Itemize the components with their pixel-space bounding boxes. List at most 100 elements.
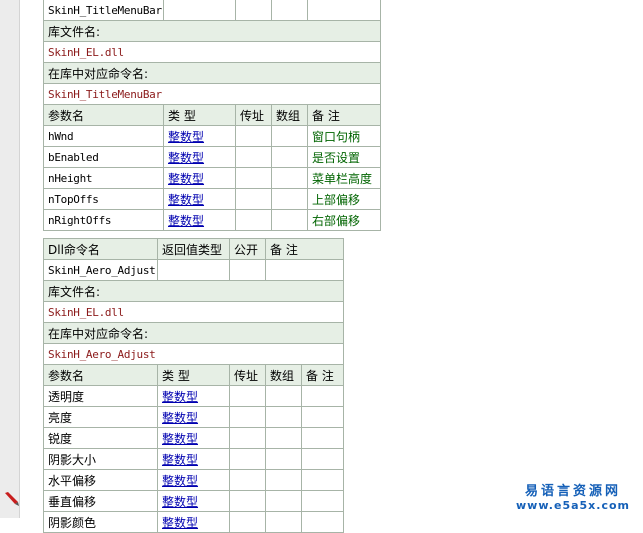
site-watermark: 易语言资源网 www.e5a5x.com [503,480,643,512]
param-byref[interactable] [229,448,266,470]
param-type-link[interactable]: 整数型 [157,511,230,533]
param-type-link[interactable]: 整数型 [157,385,230,407]
dll-command-name[interactable]: SkinH_Aero_Adjust [43,259,158,281]
lib-command-value[interactable]: SkinH_TitleMenuBar [43,83,381,105]
param-byref[interactable] [229,511,266,533]
param-name[interactable]: nRightOffs [43,209,164,231]
param-type-link[interactable]: 整数型 [163,188,236,210]
param-name[interactable]: 水平偏移 [43,469,158,491]
param-name[interactable]: 透明度 [43,385,158,407]
param-header-byref: 传址 [229,364,266,386]
param-array[interactable] [265,448,302,470]
param-name[interactable]: 亮度 [43,406,158,428]
param-array[interactable] [271,209,308,231]
lib-file-label: 库文件名: [43,20,381,42]
param-name[interactable]: nHeight [43,167,164,189]
param-name[interactable]: 锐度 [43,427,158,449]
param-type-link[interactable]: 整数型 [163,209,236,231]
param-note[interactable]: 菜单栏高度 [307,167,381,189]
param-note[interactable] [300,448,345,470]
param-name[interactable]: 阴影大小 [43,448,158,470]
param-name[interactable]: hWnd [43,125,164,147]
param-row[interactable]: 垂直偏移 整数型 [43,490,345,512]
param-byref[interactable] [229,469,266,491]
dll-command-table-aero-adjust: Dll命令名 返回值类型 公开 备 注 SkinH_Aero_Adjust 库文… [42,238,345,533]
editor-gutter [0,0,20,518]
param-note[interactable]: 是否设置 [307,146,381,168]
param-array[interactable] [271,146,308,168]
param-row[interactable]: bEnabled 整数型 是否设置 [43,146,381,168]
param-note[interactable]: 右部偏移 [307,209,381,231]
param-array[interactable] [265,511,302,533]
dll-public[interactable] [229,259,266,281]
lib-command-label: 在库中对应命令名: [42,322,345,344]
param-note[interactable]: 窗口句柄 [307,125,381,147]
param-byref[interactable] [235,125,272,147]
lib-file-value[interactable]: SkinH_EL.dll [42,301,345,323]
param-header-byref: 传址 [235,104,272,126]
param-header-type: 类 型 [157,364,230,386]
watermark-url: www.e5a5x.com [516,499,630,512]
param-array[interactable] [265,490,302,512]
param-row[interactable]: nHeight 整数型 菜单栏高度 [43,167,381,189]
dll-header-public: 公开 [229,238,266,260]
param-name[interactable]: 阴影颜色 [43,511,158,533]
param-name[interactable]: nTopOffs [43,188,164,210]
param-row[interactable]: 水平偏移 整数型 [43,469,345,491]
param-note[interactable] [300,427,345,449]
param-byref[interactable] [235,209,272,231]
dll-command-name[interactable]: SkinH_TitleMenuBar [43,0,164,21]
dll-command-row[interactable]: SkinH_Aero_Adjust [43,259,345,281]
pencil-icon [5,492,19,506]
param-type-link[interactable]: 整数型 [157,490,230,512]
param-name[interactable]: 垂直偏移 [43,490,158,512]
lib-file-value[interactable]: SkinH_EL.dll [43,41,381,63]
param-name[interactable]: bEnabled [43,146,164,168]
param-type-link[interactable]: 整数型 [157,448,230,470]
param-note[interactable] [300,406,345,428]
param-note[interactable] [300,511,345,533]
param-row[interactable]: nRightOffs 整数型 右部偏移 [43,209,381,231]
param-row[interactable]: 亮度 整数型 [43,406,345,428]
param-row[interactable]: hWnd 整数型 窗口句柄 [43,125,381,147]
param-type-link[interactable]: 整数型 [163,125,236,147]
param-array[interactable] [265,469,302,491]
param-byref[interactable] [229,490,266,512]
param-type-link[interactable]: 整数型 [157,469,230,491]
param-row[interactable]: 锐度 整数型 [43,427,345,449]
param-row[interactable]: nTopOffs 整数型 上部偏移 [43,188,381,210]
param-note[interactable] [300,469,345,491]
dll-header-return-type: 返回值类型 [157,238,230,260]
param-array[interactable] [271,125,308,147]
param-type-link[interactable]: 整数型 [157,427,230,449]
param-row[interactable]: 透明度 整数型 [43,385,345,407]
param-array[interactable] [265,427,302,449]
param-note[interactable] [300,385,345,407]
dll-command-table-titlemenubar: SkinH_TitleMenuBar 库文件名: SkinH_EL.dll 在库… [43,0,381,231]
param-byref[interactable] [235,146,272,168]
lib-command-value[interactable]: SkinH_Aero_Adjust [42,343,345,365]
param-array[interactable] [271,188,308,210]
param-byref[interactable] [229,385,266,407]
param-note[interactable] [300,490,345,512]
param-row[interactable]: 阴影大小 整数型 [43,448,345,470]
param-type-link[interactable]: 整数型 [163,146,236,168]
param-header-note: 备 注 [307,104,381,126]
lib-file-label: 库文件名: [42,280,345,302]
param-type-link[interactable]: 整数型 [163,167,236,189]
dll-note[interactable] [264,259,345,281]
param-byref[interactable] [235,188,272,210]
param-byref[interactable] [235,167,272,189]
param-array[interactable] [265,385,302,407]
param-array[interactable] [265,406,302,428]
lib-command-label: 在库中对应命令名: [43,62,381,84]
param-byref[interactable] [229,427,266,449]
param-array[interactable] [271,167,308,189]
param-type-link[interactable]: 整数型 [157,406,230,428]
param-note[interactable]: 上部偏移 [307,188,381,210]
param-byref[interactable] [229,406,266,428]
param-header-array: 数组 [265,364,302,386]
dll-return-type[interactable] [157,259,230,281]
dll-command-row[interactable]: SkinH_TitleMenuBar [43,0,381,21]
param-row[interactable]: 阴影颜色 整数型 [43,511,345,533]
